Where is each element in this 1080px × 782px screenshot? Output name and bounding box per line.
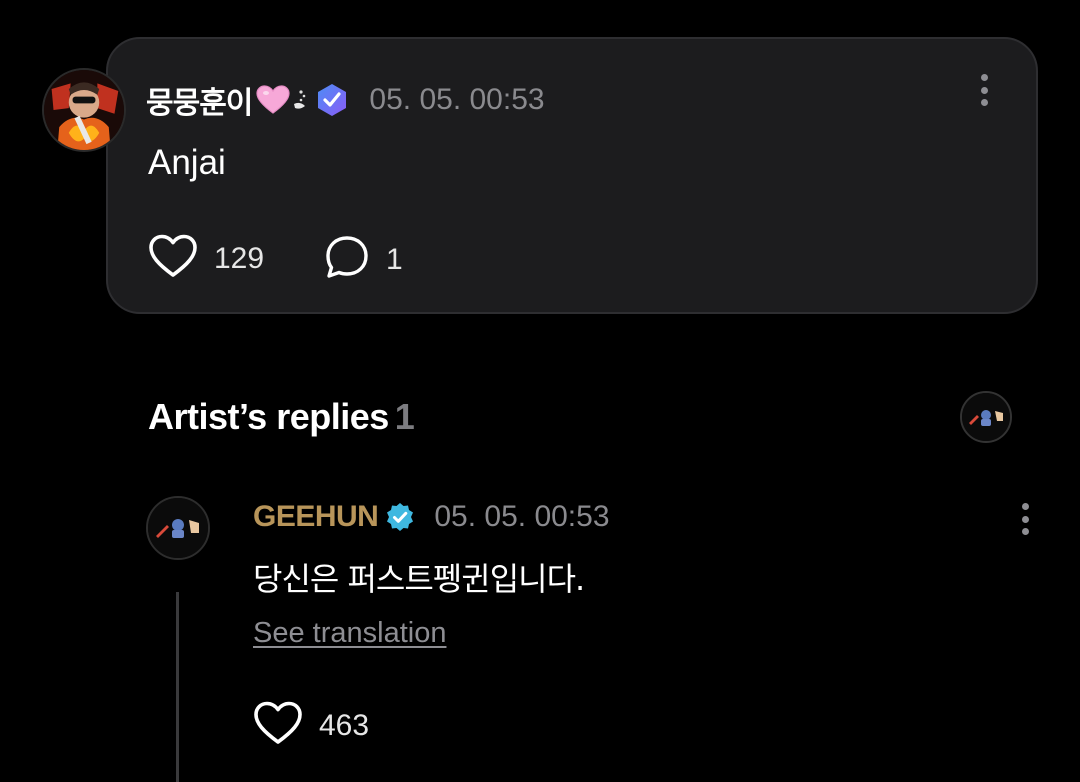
heart-outline-icon bbox=[148, 233, 198, 284]
heart-emoji bbox=[256, 85, 291, 115]
post-header: 뭉뭉훈이 05. 05. 00:53 bbox=[146, 78, 545, 122]
more-vertical-icon[interactable] bbox=[974, 70, 994, 110]
like-button[interactable]: 129 bbox=[148, 233, 264, 284]
reply-text: 당신은 퍼스트펭귄입니다. bbox=[253, 560, 585, 598]
post-timestamp: 05. 05. 00:53 bbox=[369, 83, 545, 116]
thread-line bbox=[176, 592, 179, 782]
verified-check-icon bbox=[384, 501, 416, 533]
artist-replies-count: 1 bbox=[394, 396, 415, 437]
see-translation-link[interactable]: See translation bbox=[253, 617, 446, 650]
reply-avatar[interactable] bbox=[146, 496, 210, 560]
more-vertical-icon[interactable] bbox=[1015, 499, 1035, 539]
artist-avatar[interactable] bbox=[960, 391, 1012, 443]
comment-button[interactable]: 1 bbox=[324, 234, 403, 285]
like-count: 129 bbox=[214, 241, 265, 275]
heart-outline-icon bbox=[253, 700, 303, 751]
post-username[interactable]: 뭉뭉훈이 bbox=[146, 78, 253, 122]
post-body-text: Anjai bbox=[148, 143, 226, 182]
reply-header: GEEHUN 05. 05. 00:53 bbox=[253, 500, 610, 534]
reply-username[interactable]: GEEHUN bbox=[253, 500, 379, 534]
reply-like-count: 463 bbox=[319, 708, 370, 742]
reply-like-button[interactable]: 463 bbox=[253, 700, 369, 751]
comment-bubble-icon bbox=[324, 234, 370, 285]
sparkle-emoji bbox=[291, 88, 309, 112]
membership-badge-icon bbox=[315, 83, 349, 117]
artist-replies-heading: Artist’s replies 1 bbox=[148, 396, 415, 438]
reply-timestamp: 05. 05. 00:53 bbox=[434, 500, 610, 533]
user-avatar[interactable] bbox=[42, 68, 126, 152]
comment-count: 1 bbox=[386, 242, 403, 276]
artist-replies-title: Artist’s replies bbox=[148, 396, 389, 437]
comment-thread-screen: 뭉뭉훈이 05. 05. 00:53 Anjai 129 1 Artist’s … bbox=[0, 0, 1080, 782]
